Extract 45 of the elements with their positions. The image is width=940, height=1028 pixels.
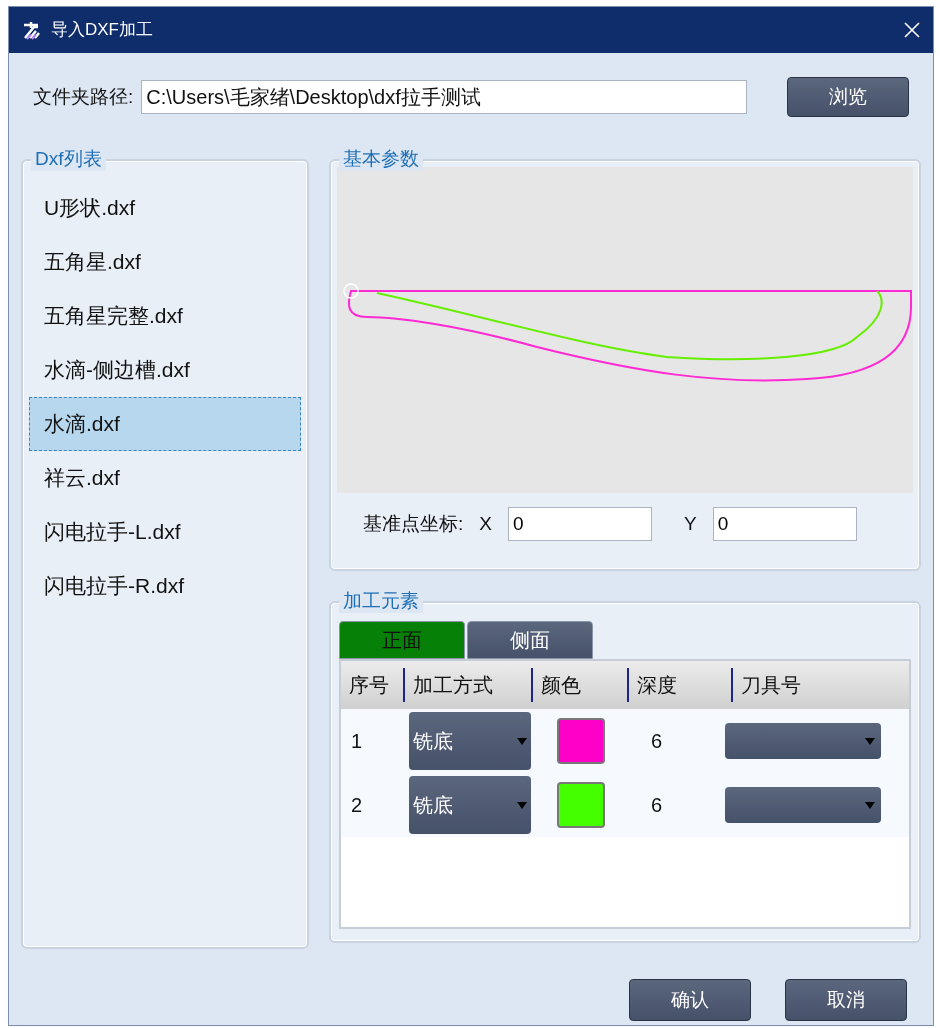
- group-title: 基本参数: [339, 147, 423, 171]
- dxf-file-item[interactable]: 水滴.dxf: [29, 397, 301, 451]
- group-title: 加工元素: [339, 589, 423, 613]
- dxf-file-item[interactable]: 五角星完整.dxf: [29, 289, 301, 343]
- dropdown-arrow-icon: [517, 737, 527, 745]
- window-title: 导入DXF加工: [51, 19, 153, 42]
- x-field[interactable]: 0: [507, 507, 652, 541]
- dxf-file-item[interactable]: U形状.dxf: [29, 181, 301, 235]
- x-label: X: [479, 511, 492, 536]
- table-cell-text: 1: [350, 729, 364, 754]
- tool-dropdown[interactable]: [725, 787, 881, 823]
- tool-dropdown[interactable]: [725, 723, 881, 759]
- browse-button[interactable]: 浏览: [787, 77, 909, 117]
- column-header: 序号: [348, 673, 390, 698]
- app-logo-icon: [21, 19, 43, 41]
- origin-label: 基准点坐标:: [363, 511, 464, 536]
- dxf-file-item[interactable]: 水滴-侧边槽.dxf: [29, 343, 301, 397]
- close-icon[interactable]: [903, 21, 921, 39]
- dropdown-arrow-icon: [517, 801, 527, 809]
- face-tab[interactable]: 侧面: [467, 621, 593, 659]
- path-field[interactable]: C:\Users\毛家绪\Desktop\dxf拉手测试: [141, 80, 748, 114]
- y-label: Y: [683, 511, 697, 536]
- column-header: 加工方式: [403, 668, 531, 702]
- confirm-button[interactable]: 确认: [629, 979, 751, 1021]
- dxf-file-item[interactable]: 五角星.dxf: [29, 235, 301, 289]
- column-header: 刀具号: [731, 668, 907, 702]
- column-header: 颜色: [531, 668, 627, 702]
- dropdown-arrow-icon: [865, 737, 875, 745]
- dxf-file-item[interactable]: 闪电拉手-R.dxf: [29, 559, 301, 613]
- table-cell-text: 6: [650, 793, 664, 818]
- y-field[interactable]: 0: [712, 507, 857, 541]
- color-swatch[interactable]: [557, 782, 605, 828]
- group-title: Dxf列表: [31, 147, 106, 171]
- column-header: 深度: [627, 668, 731, 702]
- dxf-file-item[interactable]: 闪电拉手-L.dxf: [29, 505, 301, 559]
- face-tab[interactable]: 正面: [339, 621, 465, 659]
- table-cell-text: 6: [650, 729, 664, 754]
- color-swatch[interactable]: [557, 718, 605, 764]
- dxf-file-item[interactable]: 祥云.dxf: [29, 451, 301, 505]
- table-cell-text: 2: [350, 793, 364, 818]
- dropdown-arrow-icon: [865, 801, 875, 809]
- method-dropdown[interactable]: 铣底: [409, 776, 531, 834]
- cancel-button[interactable]: 取消: [785, 979, 907, 1021]
- method-dropdown[interactable]: 铣底: [409, 712, 531, 770]
- path-label: 文件夹路径:: [33, 84, 134, 109]
